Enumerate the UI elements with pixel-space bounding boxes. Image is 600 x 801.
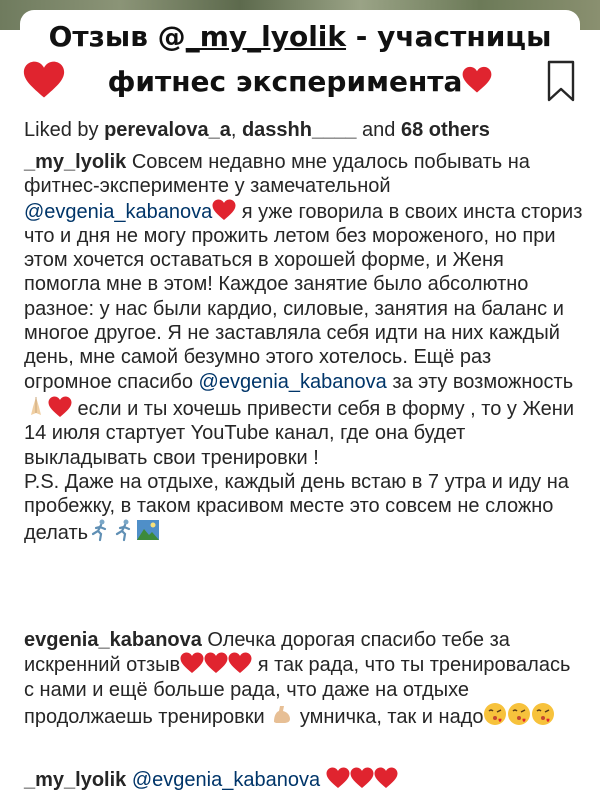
liker-link-1[interactable]: perevalova_a xyxy=(104,119,231,141)
caption-title-line-1: Отзыв @_my_lyolik - участницы xyxy=(48,20,552,53)
mention-link[interactable]: @evgenia_kabanova xyxy=(199,371,387,393)
heart-emoji xyxy=(48,396,72,418)
runner-emoji xyxy=(112,518,136,542)
praying-hands-emoji xyxy=(24,394,48,418)
heart-emoji xyxy=(228,652,252,674)
bookmark-icon[interactable] xyxy=(546,60,576,102)
likes-others-link[interactable]: 68 others xyxy=(401,119,490,141)
heart-emoji xyxy=(212,199,236,221)
mention-link[interactable]: @evgenia_kabanova xyxy=(132,769,320,791)
kiss-face-emoji xyxy=(531,702,555,726)
caption-comment: _my_lyolik Совсем недавно мне удалось по… xyxy=(24,151,583,545)
heart-emoji xyxy=(350,767,374,789)
caption-title-line-2: фитнес эксперимента xyxy=(0,65,600,98)
likes-summary: Liked by perevalova_a, dasshh____ and 68… xyxy=(24,119,490,141)
comment-author-link[interactable]: _my_lyolik xyxy=(24,769,126,791)
heart-emoji xyxy=(326,767,350,789)
comment-author-link[interactable]: _my_lyolik xyxy=(24,151,126,173)
landscape-emoji xyxy=(136,518,160,542)
liker-link-2[interactable]: dasshh____ xyxy=(242,119,357,141)
heart-emoji xyxy=(374,767,398,789)
kiss-face-emoji xyxy=(507,702,531,726)
mention-link[interactable]: @evgenia_kabanova xyxy=(24,201,212,223)
reply-comment: evgenia_kabanova Олечка дорогая спасибо … xyxy=(24,629,571,728)
runner-emoji xyxy=(88,518,112,542)
heart-emoji xyxy=(204,652,228,674)
heart-emoji xyxy=(180,652,204,674)
kiss-face-emoji xyxy=(483,702,507,726)
heart-icon[interactable] xyxy=(23,60,65,100)
reply-comment: _my_lyolik @evgenia_kabanova xyxy=(24,767,584,792)
comment-author-link[interactable]: evgenia_kabanova xyxy=(24,629,202,651)
flexed-biceps-emoji xyxy=(270,702,294,726)
